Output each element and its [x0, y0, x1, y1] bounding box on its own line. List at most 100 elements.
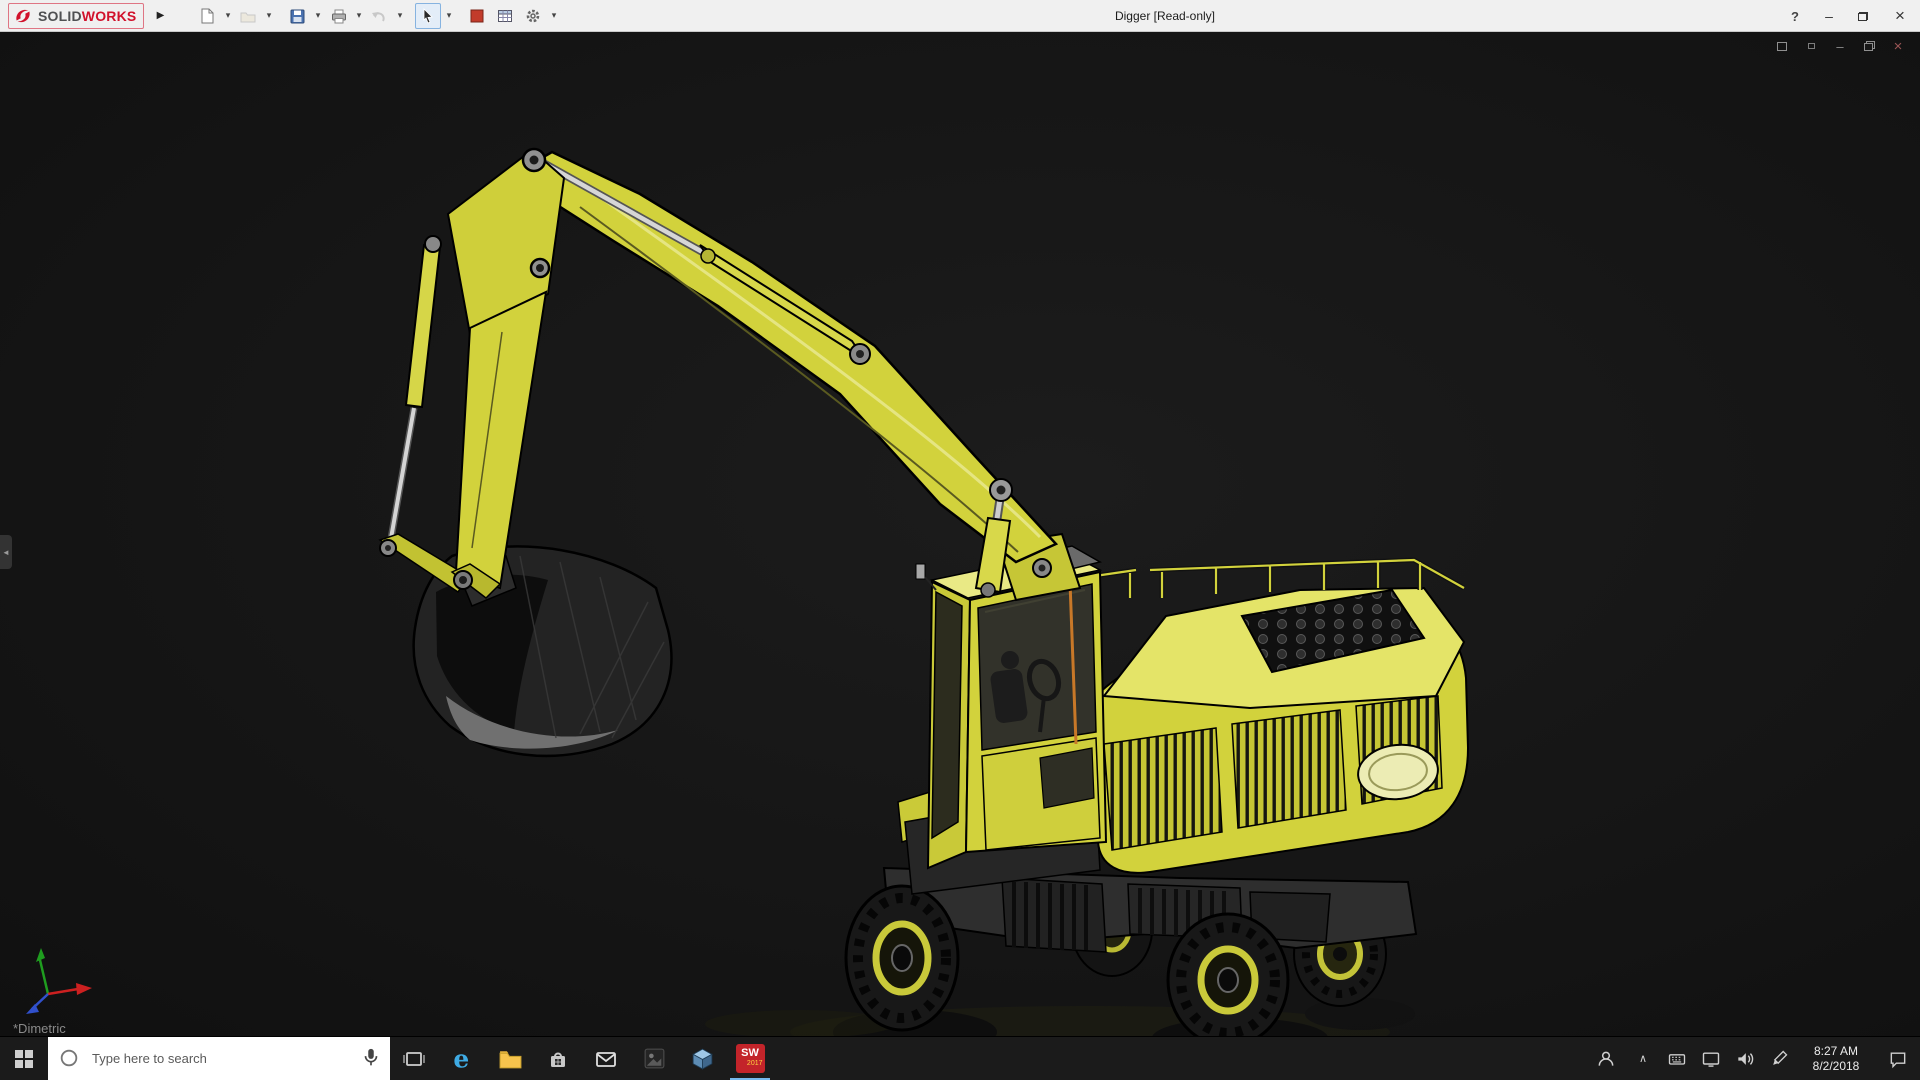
floor-reflections	[705, 998, 1415, 1058]
document-window-controls: – ×	[1774, 38, 1906, 55]
clock-time: 8:27 AM	[1813, 1043, 1859, 1058]
folder-icon	[499, 1051, 521, 1069]
window-controls: ? – ×	[1778, 0, 1920, 32]
app-titlebar: SOLIDWORKS ▶ ▾ ▾ ▾ ▾ ▾ ▾ ▾ Digger [Read-…	[0, 0, 1920, 32]
table-button[interactable]	[492, 3, 518, 29]
mail-envelope-icon	[596, 1051, 616, 1067]
task-view-button[interactable]	[390, 1037, 438, 1080]
doc-close-button[interactable]: ×	[1890, 38, 1906, 55]
table-grid-icon	[498, 9, 513, 22]
volume-icon	[1738, 1052, 1754, 1065]
doc-window-icon-1[interactable]	[1774, 38, 1790, 54]
taskbar-app-solidworks-2017[interactable]: SW 2017	[726, 1037, 774, 1080]
photos-tile-icon	[644, 1048, 664, 1069]
ds-logo-icon	[16, 9, 30, 22]
new-document-icon	[201, 8, 214, 23]
taskbar: e	[0, 1036, 1920, 1080]
taskbar-search[interactable]	[48, 1037, 390, 1080]
svg-text:e: e	[453, 1046, 469, 1072]
maximize-restore-button[interactable]	[1846, 0, 1880, 32]
open-folder-icon	[240, 12, 256, 22]
window-box-icon	[1807, 43, 1815, 49]
feature-manager-collapse-tab[interactable]: ◄	[0, 535, 12, 569]
select-tool-button[interactable]	[415, 2, 442, 29]
solidworks-logo: SOLIDWORKS	[8, 2, 145, 29]
appearance-swatch-button[interactable]	[464, 3, 490, 29]
doc-restore-button[interactable]	[1861, 38, 1877, 54]
cortana-circle-icon	[60, 1049, 78, 1067]
microphone-icon[interactable]	[360, 1047, 382, 1069]
tray-display-button[interactable]	[1694, 1037, 1728, 1080]
task-view-icon	[403, 1051, 425, 1066]
tray-volume-button[interactable]	[1728, 1037, 1762, 1080]
restore-icon	[1858, 11, 1868, 21]
windows-logo-icon	[15, 1049, 33, 1068]
gear-icon	[527, 9, 540, 22]
undo-dropdown[interactable]: ▾	[394, 10, 405, 21]
save-dropdown[interactable]: ▾	[312, 10, 323, 21]
taskbar-app-store[interactable]	[534, 1037, 582, 1080]
minimize-button[interactable]: –	[1812, 0, 1846, 32]
excavator-model	[26, 147, 1470, 1058]
open-document-button[interactable]	[235, 3, 261, 29]
menu-flyout-arrow-icon[interactable]: ▶	[152, 10, 168, 21]
front-wheel	[844, 884, 960, 1032]
doc-minimize-button[interactable]: –	[1832, 38, 1848, 54]
taskbar-app-photos[interactable]	[630, 1037, 678, 1080]
quick-access-toolbar: ▾ ▾ ▾ ▾ ▾ ▾ ▾	[194, 2, 559, 29]
tray-people-button[interactable]	[1586, 1037, 1626, 1080]
print-button[interactable]	[325, 3, 351, 29]
doc-window-icon-2[interactable]	[1803, 38, 1819, 54]
window-title: Digger [Read-only]	[1114, 9, 1216, 23]
taskbar-app-file-explorer[interactable]	[486, 1037, 534, 1080]
graphics-viewport[interactable]: – × ◄ *Dimetric	[0, 32, 1920, 1058]
open-document-dropdown[interactable]: ▾	[263, 10, 274, 21]
clock-date: 8/2/2018	[1812, 1058, 1860, 1073]
pen-icon	[1773, 1050, 1788, 1065]
search-input[interactable]	[48, 1037, 390, 1080]
orientation-triad	[26, 948, 92, 1014]
help-button[interactable]: ?	[1778, 0, 1812, 32]
new-document-button[interactable]	[194, 3, 220, 29]
print-icon	[332, 9, 347, 23]
action-center-button[interactable]	[1876, 1037, 1920, 1080]
keyboard-icon	[1668, 1053, 1686, 1065]
options-button[interactable]	[520, 3, 546, 29]
undo-button[interactable]	[366, 3, 392, 29]
tray-keyboard-button[interactable]	[1660, 1037, 1694, 1080]
action-center-icon	[1890, 1051, 1906, 1068]
save-button[interactable]	[284, 3, 310, 29]
select-tool-dropdown[interactable]: ▾	[443, 10, 454, 21]
rear-wheel	[1166, 912, 1290, 1048]
tray-pen-button[interactable]	[1762, 1037, 1796, 1080]
color-swatch-icon	[470, 9, 484, 22]
wing-mirror	[915, 563, 926, 580]
store-bag-icon	[551, 1052, 565, 1067]
tray-clock[interactable]: 8:27 AM 8/2/2018	[1796, 1037, 1876, 1080]
taskbar-app-solidworks[interactable]	[678, 1037, 726, 1080]
undo-icon	[372, 11, 386, 21]
start-button[interactable]	[0, 1037, 48, 1080]
windshield	[931, 590, 963, 840]
display-icon	[1702, 1051, 1720, 1067]
people-icon	[1598, 1051, 1614, 1066]
save-icon	[290, 9, 305, 23]
taskbar-app-edge[interactable]: e	[438, 1037, 486, 1080]
boom-arm	[526, 150, 1059, 564]
tray-overflow-button[interactable]: ∧	[1626, 1037, 1660, 1080]
new-document-dropdown[interactable]: ▾	[222, 10, 233, 21]
taskbar-app-mail[interactable]	[582, 1037, 630, 1080]
window-box-icon	[1777, 41, 1787, 51]
print-dropdown[interactable]: ▾	[353, 10, 364, 21]
operator-cab	[915, 545, 1108, 870]
select-cursor-icon	[424, 7, 434, 24]
view-orientation-label: *Dimetric	[13, 1021, 66, 1036]
edge-icon: e	[453, 1046, 469, 1072]
options-dropdown[interactable]: ▾	[548, 10, 559, 21]
chevron-up-icon: ∧	[1638, 1053, 1648, 1065]
restore-icon	[1863, 41, 1875, 51]
solidworks-cube-icon	[691, 1048, 713, 1070]
stick-arm	[446, 148, 566, 590]
close-button[interactable]: ×	[1880, 0, 1920, 32]
solidworks-2017-tile-icon: SW 2017	[735, 1044, 765, 1073]
